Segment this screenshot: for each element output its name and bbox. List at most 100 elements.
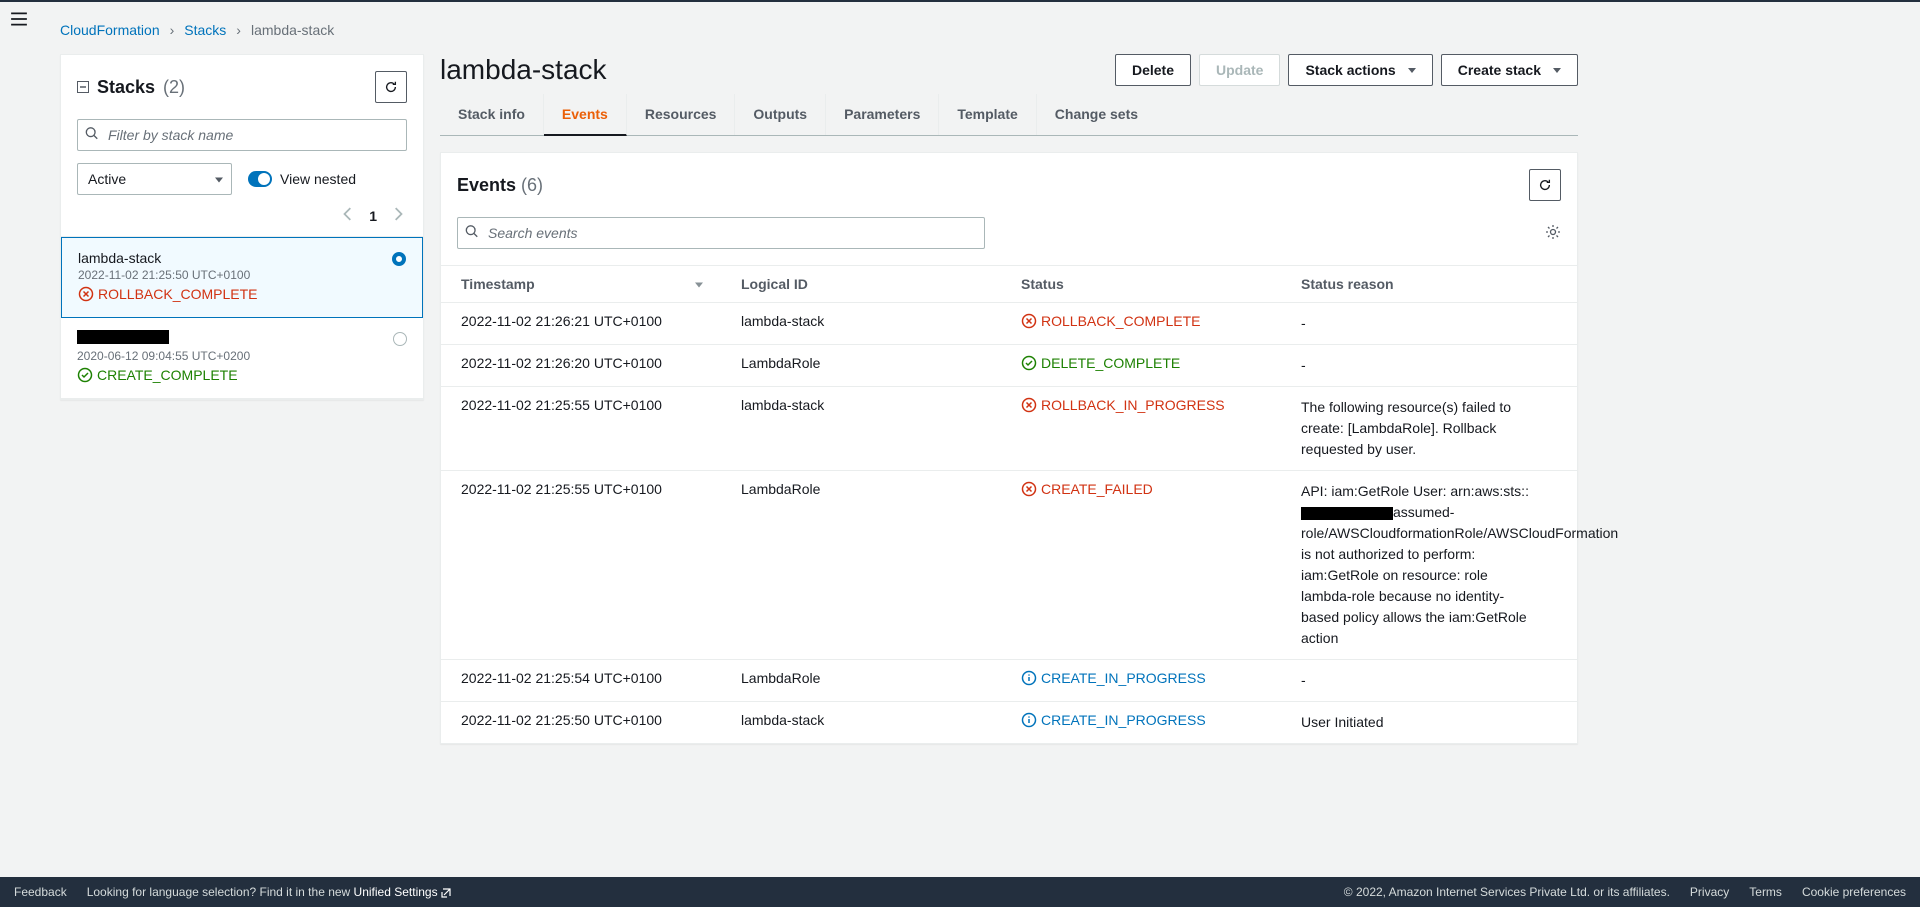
status-icon (1021, 313, 1037, 329)
tab-outputs[interactable]: Outputs (735, 94, 826, 135)
event-row: 2022-11-02 21:26:21 UTC+0100lambda-stack… (441, 303, 1577, 345)
column-timestamp[interactable]: Timestamp (441, 266, 721, 303)
column-status-reason[interactable]: Status reason (1281, 266, 1577, 303)
column-status[interactable]: Status (1001, 266, 1281, 303)
update-button[interactable]: Update (1199, 54, 1280, 86)
stack-radio[interactable] (392, 252, 406, 266)
event-reason: User Initiated (1301, 712, 1541, 733)
event-timestamp: 2022-11-02 21:26:21 UTC+0100 (441, 303, 721, 345)
event-timestamp: 2022-11-02 21:25:54 UTC+0100 (441, 660, 721, 702)
collapse-icon[interactable] (77, 81, 89, 93)
event-row: 2022-11-02 21:25:54 UTC+0100LambdaRole CR… (441, 660, 1577, 702)
event-logical-id: lambda-stack (721, 387, 1001, 471)
event-timestamp: 2022-11-02 21:25:55 UTC+0100 (441, 387, 721, 471)
status-icon (1021, 481, 1037, 497)
tab-change-sets[interactable]: Change sets (1037, 94, 1156, 135)
status-icon (1021, 670, 1037, 686)
events-title: Events (457, 175, 516, 195)
page-number: 1 (369, 208, 377, 224)
chevron-right-icon: › (236, 22, 241, 38)
event-status: DELETE_COMPLETE (1021, 355, 1180, 371)
event-logical-id: LambdaRole (721, 660, 1001, 702)
event-status: CREATE_IN_PROGRESS (1021, 712, 1206, 728)
event-reason: API: iam:GetRole User: arn:aws:sts::assu… (1301, 481, 1541, 649)
breadcrumb-cloudformation[interactable]: CloudFormation (60, 22, 160, 38)
refresh-events-button[interactable] (1529, 169, 1561, 201)
page-title: lambda-stack (440, 54, 607, 86)
search-events-input[interactable] (457, 217, 985, 249)
tab-template[interactable]: Template (939, 94, 1036, 135)
stack-actions-button[interactable]: Stack actions (1288, 54, 1432, 86)
status-icon (1021, 712, 1037, 728)
stack-timestamp: 2022-11-02 21:25:50 UTC+0100 (78, 268, 406, 282)
event-timestamp: 2022-11-02 21:26:20 UTC+0100 (441, 345, 721, 387)
stack-name-redacted (77, 330, 169, 344)
search-icon (85, 127, 99, 144)
stack-status: ROLLBACK_COMPLETE (78, 286, 258, 302)
status-icon (1021, 355, 1037, 371)
breadcrumb-stacks[interactable]: Stacks (184, 22, 226, 38)
status-filter-select[interactable]: Active (77, 163, 232, 195)
settings-icon[interactable] (1545, 224, 1561, 243)
privacy-link[interactable]: Privacy (1690, 885, 1729, 899)
events-count: (6) (521, 175, 543, 195)
event-status: CREATE_FAILED (1021, 481, 1153, 497)
stack-name: lambda-stack (78, 250, 406, 266)
stack-item[interactable]: 2020-06-12 09:04:55 UTC+0200CREATE_COMPL… (61, 318, 423, 399)
breadcrumb-current: lambda-stack (251, 22, 334, 38)
event-row: 2022-11-02 21:25:55 UTC+0100lambda-stack… (441, 387, 1577, 471)
caret-down-icon (1408, 68, 1416, 73)
event-timestamp: 2022-11-02 21:25:50 UTC+0100 (441, 702, 721, 744)
chevron-right-icon: › (170, 22, 175, 38)
event-logical-id: lambda-stack (721, 702, 1001, 744)
event-reason: The following resource(s) failed to crea… (1301, 397, 1541, 460)
search-icon (465, 225, 479, 242)
next-page-button[interactable] (393, 207, 403, 224)
filter-stacks-input[interactable] (77, 119, 407, 151)
view-nested-toggle[interactable] (248, 171, 272, 187)
copyright: © 2022, Amazon Internet Services Private… (1344, 885, 1670, 899)
stacks-sidebar: Stacks (2) (60, 54, 424, 400)
delete-button[interactable]: Delete (1115, 54, 1191, 86)
event-status: ROLLBACK_IN_PROGRESS (1021, 397, 1225, 413)
create-stack-button[interactable]: Create stack (1441, 54, 1578, 86)
view-nested-label: View nested (280, 171, 356, 187)
stack-radio[interactable] (393, 332, 407, 346)
event-row: 2022-11-02 21:25:50 UTC+0100lambda-stack… (441, 702, 1577, 744)
refresh-stacks-button[interactable] (375, 71, 407, 103)
event-row: 2022-11-02 21:25:55 UTC+0100LambdaRole CR… (441, 471, 1577, 660)
event-reason: - (1301, 313, 1541, 334)
sidebar-title: Stacks (97, 77, 155, 98)
unified-settings-link[interactable]: Unified Settings (354, 885, 452, 899)
status-icon (77, 367, 93, 383)
cookies-link[interactable]: Cookie preferences (1802, 885, 1906, 899)
event-status: ROLLBACK_COMPLETE (1021, 313, 1201, 329)
footer: Feedback Looking for language selection?… (0, 877, 1920, 907)
breadcrumb: CloudFormation › Stacks › lambda-stack (60, 22, 1578, 38)
event-logical-id: LambdaRole (721, 345, 1001, 387)
sidebar-count: (2) (163, 77, 185, 98)
footer-lang-text: Looking for language selection? Find it … (87, 885, 452, 899)
tab-resources[interactable]: Resources (627, 94, 736, 135)
event-logical-id: LambdaRole (721, 471, 1001, 660)
tab-events[interactable]: Events (544, 94, 627, 136)
tab-parameters[interactable]: Parameters (826, 94, 939, 135)
redacted (1301, 507, 1393, 520)
event-timestamp: 2022-11-02 21:25:55 UTC+0100 (441, 471, 721, 660)
hamburger-menu[interactable] (10, 10, 28, 28)
stack-item[interactable]: lambda-stack 2022-11-02 21:25:50 UTC+0100… (61, 237, 423, 318)
tab-stack-info[interactable]: Stack info (440, 94, 544, 135)
stack-timestamp: 2020-06-12 09:04:55 UTC+0200 (77, 349, 407, 363)
status-icon (78, 286, 94, 302)
column-logical-id[interactable]: Logical ID (721, 266, 1001, 303)
event-status: CREATE_IN_PROGRESS (1021, 670, 1206, 686)
caret-down-icon (1553, 68, 1561, 73)
event-row: 2022-11-02 21:26:20 UTC+0100LambdaRole DE… (441, 345, 1577, 387)
terms-link[interactable]: Terms (1749, 885, 1782, 899)
feedback-link[interactable]: Feedback (14, 885, 67, 899)
status-icon (1021, 397, 1037, 413)
prev-page-button[interactable] (343, 207, 353, 224)
external-link-icon (440, 887, 452, 899)
event-logical-id: lambda-stack (721, 303, 1001, 345)
event-reason: - (1301, 670, 1541, 691)
